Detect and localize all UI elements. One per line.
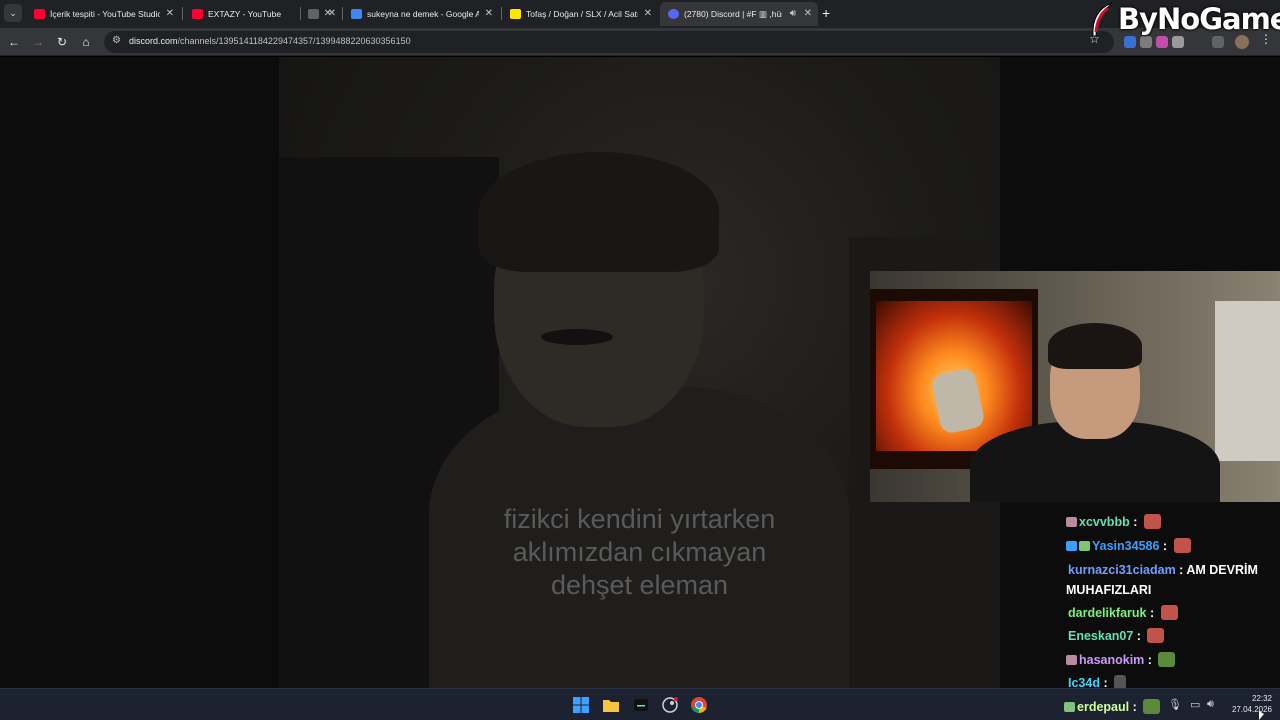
chat-message: Eneskan07 : [1068,626,1280,646]
bynogame-logo: ByNoGame [1086,0,1280,44]
chrome-icon[interactable] [690,696,708,714]
person-hair [479,152,719,272]
site-info-icon[interactable]: ⚙ [112,35,121,46]
feather-logo-icon [1092,2,1113,37]
new-tab-button[interactable]: + [822,5,830,21]
chat-message-continued: MUHAFIZLARI [1066,580,1280,600]
chat-emote-icon [1160,605,1178,620]
chat-badge-icon [1066,541,1077,551]
chat-badge-icon [1079,541,1090,551]
chat-text: AM DEVRİM [1186,563,1258,577]
logo-text: ByNoGame [1118,2,1280,36]
tab-title: İçerik tespiti - YouTube Studio [50,9,160,19]
tab-title: sukeyna ne demek - Google Ar [367,9,479,19]
chat-badge-icon [1066,517,1077,527]
chat-badge-icon [1064,702,1075,712]
chat-username: erdepaul [1077,700,1130,714]
tab-title: (2780) Discord | #F ▥ ,hüsa [684,9,782,19]
discord-icon [668,9,679,19]
file-explorer-icon[interactable] [602,696,620,714]
back-icon[interactable]: ← [5,33,23,51]
washing-machine [1215,301,1280,461]
tab-youtube-studio[interactable]: İçerik tespiti - YouTube Studio ✕ [26,2,180,26]
tab-close-icon[interactable]: ✕ [644,2,652,26]
speaker-icon[interactable]: 🔊︎ [790,2,796,26]
chat-message: hasanokim : [1066,650,1280,670]
tab-divider [300,7,301,20]
caption-line: aklımızdan cıkmayan [512,537,767,567]
tab-close-icon[interactable]: ✕ [166,2,174,26]
google-icon [351,9,362,19]
chat-username: kurnazci31ciadam [1068,563,1176,577]
chat-emote-icon [1143,514,1161,529]
sahibinden-icon [510,9,521,19]
home-icon[interactable]: ⌂ [77,33,95,51]
tab-close-icon[interactable]: ✕ [328,2,336,26]
stream-chat: xcvvbbb : Yasin34586 : kurnazci31ciadam … [1062,492,1280,690]
window-icon [308,9,319,19]
chat-emote-icon [1173,538,1191,553]
chat-badge-icon [1066,655,1077,665]
chat-message: Yasin34586 : [1066,536,1280,556]
chat-text: MUHAFIZLARI [1066,583,1152,597]
tab-discord-active[interactable]: (2780) Discord | #F ▥ ,hüsa 🔊︎ ✕ [660,2,818,26]
youtube-icon [192,9,203,19]
person-mustache [541,329,613,345]
url-host: discord.com [129,36,178,46]
address-bar[interactable]: ⚙ discord.com/channels/13951411842294743… [104,31,1114,53]
url-path: /channels/1395141184229474357/1399488220… [177,36,411,46]
url-text[interactable]: discord.com/channels/1395141184229474357… [129,36,411,46]
chat-username: xcvvbbb [1079,515,1130,529]
chat-message: kurnazci31ciadam : AM DEVRİM [1068,563,1258,577]
chat-message: dardelikfaruk : [1068,603,1280,623]
chat-message: xcvvbbb : [1066,512,1280,532]
tab-close-icon[interactable]: ✕ [485,2,493,26]
streamer-hair [1048,323,1142,369]
tab-close-icon[interactable]: ✕ [804,2,812,26]
tab-google-search[interactable]: sukeyna ne demek - Google Ar ✕ [343,2,499,26]
steam-icon[interactable] [661,696,679,714]
terminal-app-icon[interactable] [632,696,650,714]
tab-sahibinden[interactable]: Tofaş / Doğan / SLX / Acil Satılık ✕ [502,2,658,26]
reload-icon[interactable]: ↻ [53,33,71,51]
forward-icon[interactable]: → [29,33,47,51]
chat-username: Yasin34586 [1092,539,1160,553]
chat-message: erdepaul : [1064,697,1280,717]
chat-username: dardelikfaruk [1068,606,1147,620]
chat-emote-icon [1147,628,1165,643]
tab-search-icon[interactable]: ⌄ [4,4,22,22]
chat-username: Eneskan07 [1068,629,1134,643]
caption-line: fizikci kendini yırtarken [503,504,776,534]
chat-emote-icon [1158,652,1176,667]
chat-username: hasanokim [1079,653,1145,667]
chat-emote-icon [1143,699,1161,714]
youtube-studio-icon [34,9,45,19]
mouse-cursor [1259,711,1264,720]
tab-divider [182,7,183,20]
tab-title: Tofaş / Doğan / SLX / Acil Satılık [526,9,638,19]
tab-pinned-window[interactable]: ✕ [302,2,342,26]
webcam-overlay [870,271,1280,502]
video-caption: fizikci kendini yırtarken aklımızdan cık… [279,503,1000,602]
caption-line: dehşet eleman [550,570,729,600]
windows-start-icon[interactable] [572,696,590,714]
